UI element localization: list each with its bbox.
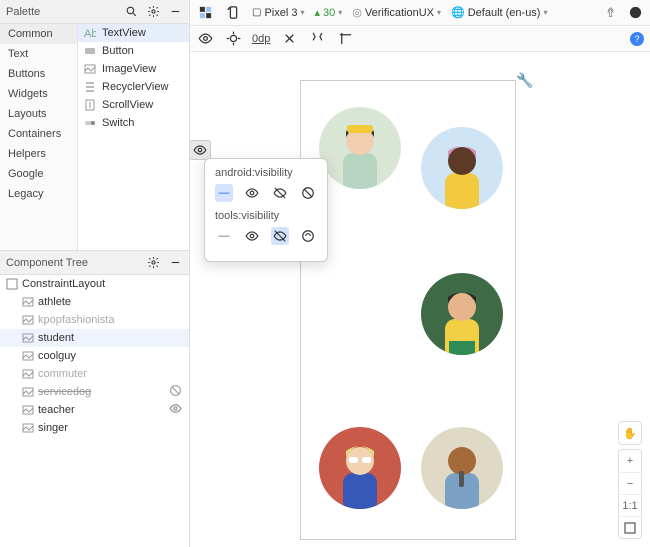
svg-text:Ab: Ab	[84, 28, 96, 39]
palette-category[interactable]: Common	[0, 24, 77, 44]
textview-icon: Ab	[84, 27, 96, 39]
tree-node[interactable]: student	[0, 329, 189, 347]
tree-title: Component Tree	[6, 257, 139, 269]
pan-button[interactable]: ✋	[618, 421, 642, 445]
zoom-controls: + − 1:1	[618, 449, 642, 539]
layout-icon	[6, 278, 18, 290]
autoconnect-icon[interactable]	[224, 30, 242, 48]
switch-icon	[84, 117, 96, 129]
avatar-image[interactable]	[319, 107, 401, 189]
tree-node[interactable]: servicedog	[0, 383, 189, 401]
accessibility-icon[interactable]: ⇮	[605, 5, 616, 21]
theme-selector[interactable]: ◎VerificationUX▾	[352, 6, 441, 19]
tools-vis-invisible[interactable]	[271, 227, 289, 245]
imageview-icon	[22, 332, 34, 344]
popover-label-tools: tools:visibility	[215, 210, 317, 222]
android-vis-not-set[interactable]: —	[215, 184, 233, 202]
android-vis-gone[interactable]	[299, 184, 317, 202]
palette-item[interactable]: RecyclerView	[78, 78, 189, 96]
tools-vis-gone[interactable]	[299, 227, 317, 245]
button-icon	[84, 45, 96, 57]
default-margin[interactable]: 0dp	[252, 33, 270, 45]
gear-icon[interactable]	[145, 4, 161, 20]
palette-item[interactable]: ScrollView	[78, 96, 189, 114]
tree-node[interactable]: singer	[0, 419, 189, 437]
palette-category[interactable]: Containers	[0, 124, 77, 144]
orientation-icon[interactable]	[224, 4, 242, 22]
tree-header: Component Tree	[0, 251, 189, 275]
infer-constraints-icon[interactable]	[308, 30, 326, 48]
imageview-icon	[22, 386, 34, 398]
locale-selector[interactable]: 🌐Default (en-us)▾	[451, 6, 547, 19]
minimize-icon[interactable]	[167, 255, 183, 271]
info-icon[interactable]	[626, 4, 644, 22]
tree-root[interactable]: ConstraintLayout	[0, 275, 189, 293]
palette-item[interactable]: Switch	[78, 114, 189, 132]
zoom-fit-button[interactable]: 1:1	[618, 494, 642, 516]
imageview-icon	[22, 350, 34, 362]
recyclerview-icon	[84, 81, 96, 93]
zoom-actual-button[interactable]	[618, 516, 642, 538]
design-canvas[interactable]: 🔧	[190, 52, 650, 547]
tree-node[interactable]: teacher	[0, 401, 189, 419]
popover-label-android: android:visibility	[215, 167, 317, 179]
design-surface-icon[interactable]	[196, 4, 214, 22]
imageview-icon	[22, 314, 34, 326]
imageview-icon	[22, 368, 34, 380]
palette-title: Palette	[6, 6, 117, 18]
guidelines-icon[interactable]	[336, 30, 354, 48]
palette-item[interactable]: Button	[78, 42, 189, 60]
help-icon[interactable]: ?	[630, 32, 644, 46]
imageview-icon	[22, 422, 34, 434]
layout-toolbar: 0dp ?	[190, 26, 650, 52]
avatar-image[interactable]	[421, 273, 503, 355]
palette-item[interactable]: AbTextView	[78, 24, 189, 42]
palette-header: Palette	[0, 0, 189, 24]
tree-node[interactable]: coolguy	[0, 347, 189, 365]
device-frame	[300, 80, 516, 540]
tree-node[interactable]: athlete	[0, 293, 189, 311]
scrollview-icon	[84, 99, 96, 111]
wrench-icon[interactable]: 🔧	[516, 72, 533, 89]
minimize-icon[interactable]	[167, 4, 183, 20]
palette-category[interactable]: Google	[0, 164, 77, 184]
palette-category[interactable]: Text	[0, 44, 77, 64]
android-vis-visible[interactable]	[243, 184, 261, 202]
visibility-icon[interactable]	[196, 30, 214, 48]
gear-icon[interactable]	[145, 255, 161, 271]
palette-category[interactable]: Legacy	[0, 184, 77, 204]
imageview-icon	[22, 404, 34, 416]
avatar-image[interactable]	[319, 427, 401, 509]
design-toolbar: ▢Pixel 3▾ ▴30▾ ◎VerificationUX▾ 🌐Default…	[190, 0, 650, 26]
palette-category[interactable]: Buttons	[0, 64, 77, 84]
clear-constraints-icon[interactable]	[280, 30, 298, 48]
imageview-icon	[84, 63, 96, 75]
node-status-icon	[167, 402, 183, 418]
palette-category[interactable]: Helpers	[0, 144, 77, 164]
avatar-image[interactable]	[421, 127, 503, 209]
visibility-popover: android:visibility — tools:visibility —	[204, 158, 328, 262]
palette-body: Common Text Buttons Widgets Layouts Cont…	[0, 24, 189, 251]
tree-body: ConstraintLayout athletekpopfashionistas…	[0, 275, 189, 547]
palette-categories: Common Text Buttons Widgets Layouts Cont…	[0, 24, 78, 250]
device-selector[interactable]: ▢Pixel 3▾	[252, 7, 305, 19]
avatar-image[interactable]	[421, 427, 503, 509]
node-status-icon	[167, 384, 183, 400]
palette-category[interactable]: Widgets	[0, 84, 77, 104]
visibility-float-button[interactable]	[190, 140, 211, 160]
zoom-out-button[interactable]: −	[618, 472, 642, 494]
zoom-in-button[interactable]: +	[618, 450, 642, 472]
imageview-icon	[22, 296, 34, 308]
api-selector[interactable]: ▴30▾	[315, 6, 343, 19]
tree-node[interactable]: kpopfashionista	[0, 311, 189, 329]
tree-node[interactable]: commuter	[0, 365, 189, 383]
palette-item[interactable]: ImageView	[78, 60, 189, 78]
search-icon[interactable]	[123, 4, 139, 20]
android-vis-invisible[interactable]	[271, 184, 289, 202]
tools-vis-visible[interactable]	[243, 227, 261, 245]
palette-category[interactable]: Layouts	[0, 104, 77, 124]
tools-vis-not-set[interactable]: —	[215, 227, 233, 245]
palette-items: AbTextView Button ImageView RecyclerView…	[78, 24, 189, 250]
